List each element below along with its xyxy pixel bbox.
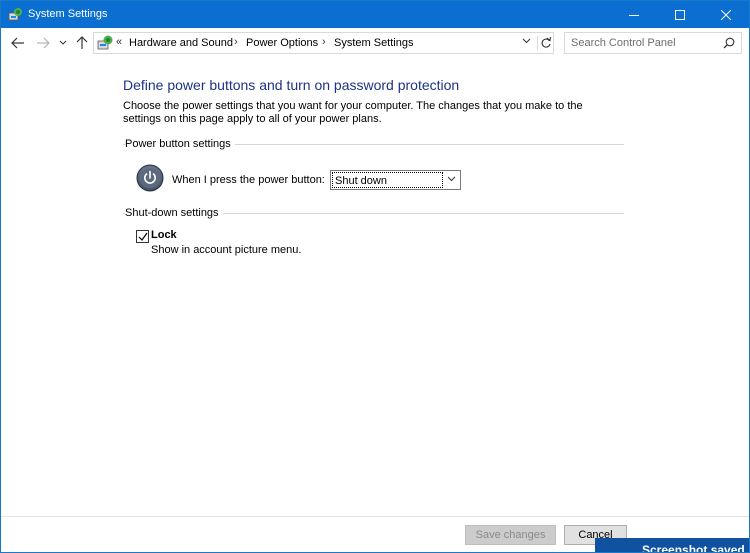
- power-button-action-label: When I press the power button:: [172, 174, 325, 186]
- minimize-button[interactable]: [611, 1, 657, 28]
- close-button[interactable]: [703, 1, 749, 28]
- power-button-action-select[interactable]: Shut down: [330, 170, 461, 190]
- control-panel-icon: [8, 8, 22, 21]
- power-icon: [136, 164, 164, 192]
- navigation-bar: « Hardware and Sound › Power Options › S…: [1, 28, 749, 59]
- minimize-icon: [629, 14, 639, 16]
- breadcrumb-overflow[interactable]: «: [116, 36, 122, 48]
- power-button-action-value: Shut down: [332, 172, 443, 188]
- save-changes-button[interactable]: Save changes: [465, 525, 556, 545]
- system-settings-window: System Settings « Hardware and Sound › P…: [0, 0, 750, 553]
- address-bar[interactable]: « Hardware and Sound › Power Options › S…: [93, 32, 554, 54]
- refresh-button[interactable]: [537, 36, 553, 50]
- window-title: System Settings: [28, 8, 108, 20]
- up-button[interactable]: [74, 35, 90, 51]
- arrow-right-icon: [37, 37, 50, 49]
- footer-divider: [1, 516, 749, 517]
- arrow-left-icon: [11, 37, 24, 49]
- page-description: Choose the power settings that you want …: [123, 100, 583, 125]
- forward-button[interactable]: [35, 35, 51, 51]
- lock-description: Show in account picture menu.: [151, 244, 302, 256]
- screenshot-saved-toast: Screenshot saved: [595, 538, 749, 553]
- lock-label[interactable]: Lock: [151, 229, 177, 241]
- page-heading: Define power buttons and turn on passwor…: [123, 77, 460, 93]
- back-button[interactable]: [10, 35, 26, 51]
- search-placeholder: Search Control Panel: [571, 37, 676, 49]
- maximize-button[interactable]: [657, 1, 703, 28]
- power-button-settings-label: Power button settings: [125, 138, 235, 150]
- control-panel-icon: [97, 35, 113, 50]
- breadcrumb-power-options[interactable]: Power Options: [246, 37, 318, 49]
- address-history-chevron-icon[interactable]: [522, 38, 531, 44]
- main-content: Define power buttons and turn on passwor…: [1, 59, 749, 516]
- lock-checkbox[interactable]: [136, 230, 149, 243]
- maximize-icon: [675, 9, 685, 20]
- title-bar: System Settings: [1, 1, 749, 28]
- breadcrumb-separator[interactable]: ›: [234, 36, 238, 48]
- breadcrumb-separator[interactable]: ›: [322, 36, 326, 48]
- search-input[interactable]: Search Control Panel: [564, 32, 742, 54]
- recent-locations-button[interactable]: [57, 35, 69, 51]
- close-icon: [721, 9, 731, 20]
- shutdown-settings-label: Shut-down settings: [125, 207, 223, 219]
- checkmark-icon: [138, 232, 148, 241]
- breadcrumb-system-settings[interactable]: System Settings: [334, 37, 413, 49]
- arrow-up-icon: [76, 36, 88, 49]
- search-icon[interactable]: [723, 37, 735, 49]
- refresh-icon: [541, 36, 552, 48]
- breadcrumb-hardware-and-sound[interactable]: Hardware and Sound: [129, 37, 233, 49]
- chevron-down-icon: [447, 176, 456, 182]
- chevron-down-icon: [59, 40, 67, 45]
- toast-text: Screenshot saved: [642, 543, 745, 553]
